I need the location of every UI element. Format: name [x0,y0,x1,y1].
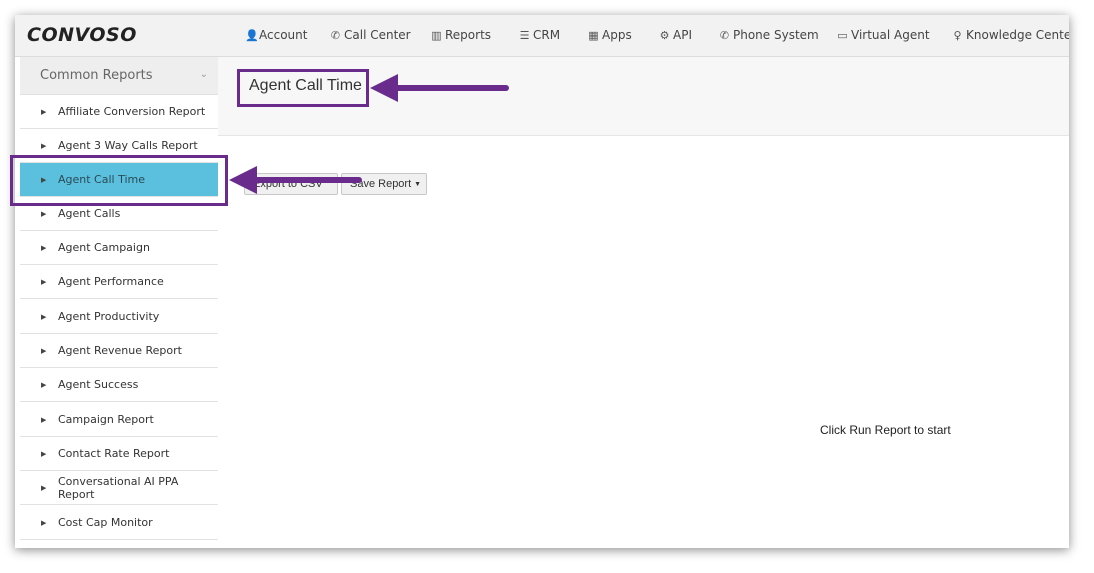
sidebar-item-label: Agent Performance [58,275,164,288]
sidebar-item-label: Agent Campaign [58,241,150,254]
caret-right-icon: ▶ [41,175,47,184]
sidebar-item-agent-productivity[interactable]: ▶ Agent Productivity [20,300,218,334]
sidebar-item-campaign-report[interactable]: ▶ Campaign Report [20,403,218,437]
nav-label: Knowledge Center [966,28,1069,42]
caret-right-icon: ▶ [41,415,47,424]
nav-virtual-agent[interactable]: ▭ Virtual Agent [837,28,930,42]
caret-right-icon: ▶ [41,243,47,252]
page-header-band [218,57,1069,136]
caret-right-icon: ▶ [41,277,47,286]
nav-reports[interactable]: ▥ Reports [431,28,491,42]
monitor-icon: ▭ [837,28,848,42]
sidebar-item-label: Agent Revenue Report [58,344,182,357]
grid-icon: ▦ [588,28,599,42]
sidebar-header-label: Common Reports [40,68,153,83]
nav-crm[interactable]: ☰ CRM [519,28,561,42]
nav-label: Virtual Agent [851,28,930,42]
export-csv-label: Export to CSV [253,178,323,190]
nav-label: CRM [533,28,561,42]
sidebar-item-agent-revenue-report[interactable]: ▶ Agent Revenue Report [20,334,218,368]
nav-phone-system[interactable]: ✆ Phone System [719,28,819,42]
sidebar-item-label: Campaign Report [58,413,154,426]
empty-state-message: Click Run Report to start [820,423,951,437]
sidebar-item-agent-3-way-calls-report[interactable]: ▶ Agent 3 Way Calls Report [20,129,218,163]
lightbulb-icon: ♀ [953,28,962,42]
reports-sidebar: Common Reports ⌄ ▶ Affiliate Conversion … [20,57,218,548]
nav-apps[interactable]: ▦ Apps [588,28,632,42]
sidebar-item-conversational-ai-ppa-report[interactable]: ▶ Conversational AI PPA Report [20,471,218,505]
caret-down-icon: ▼ [414,180,422,188]
export-csv-button[interactable]: Export to CSV [244,173,338,195]
sidebar-item-label: Contact Rate Report [58,447,170,460]
sidebar-item-cost-cap-monitor[interactable]: ▶ Cost Cap Monitor [20,506,218,540]
sidebar-item-label: Conversational AI PPA Report [57,474,179,501]
chevron-down-icon: ⌄ [199,69,208,80]
nav-api[interactable]: ⚙ API [659,28,692,42]
caret-right-icon: ▶ [41,449,47,458]
bar-chart-icon: ▥ [431,28,442,42]
sidebar-item-agent-success[interactable]: ▶ Agent Success [20,368,218,402]
phone-icon: ✆ [719,28,730,42]
sidebar-item-agent-calls[interactable]: ▶ Agent Calls [20,197,218,231]
sidebar-item-label: Agent Calls [58,207,121,220]
save-report-label: Save Report [350,178,412,190]
nav-label: Phone System [733,28,819,42]
sidebar-item-label: Agent Call Time [58,173,146,186]
nav-label: Apps [602,28,632,42]
caret-right-icon: ▶ [41,141,47,150]
caret-right-icon: ▶ [41,209,47,218]
caret-right-icon: ▶ [41,380,47,389]
sidebar-item-affiliate-conversion-report[interactable]: ▶ Affiliate Conversion Report [20,95,218,129]
nav-knowledge-center[interactable]: ♀ Knowledge Center [952,28,1069,42]
sidebar-item-contact-rate-report[interactable]: ▶ Contact Rate Report [20,437,218,471]
user-icon: 👤 [245,28,259,42]
nav-call-center[interactable]: ✆ Call Center [330,28,411,42]
caret-right-icon: ▶ [41,107,47,116]
nav-label: Account [259,28,308,42]
sidebar-item-label: Affiliate Conversion Report [58,105,206,118]
phone-icon: ✆ [330,28,341,42]
convoso-logo[interactable]: CONVOSO [27,24,137,46]
caret-right-icon: ▶ [41,346,47,355]
nav-label: Call Center [344,28,411,42]
caret-right-icon: ▶ [41,518,47,527]
sidebar-item-label: Agent Success [58,378,139,391]
nav-label: API [673,28,692,42]
save-report-button[interactable]: Save Report ▼ [341,173,427,195]
sidebar-item-agent-call-time[interactable]: ▶ Agent Call Time [20,163,218,197]
sidebar-item-agent-campaign[interactable]: ▶ Agent Campaign [20,231,218,265]
page-title: Agent Call Time [249,77,362,94]
gear-icon: ⚙ [659,28,670,42]
nav-account[interactable]: 👤 Account [245,28,307,42]
top-navbar: CONVOSO 👤 Account ✆ Call Center ▥ Report… [15,15,1069,57]
app-window: CONVOSO 👤 Account ✆ Call Center ▥ Report… [15,15,1069,548]
sidebar-item-label: Cost Cap Monitor [58,516,153,529]
sidebar-item-label: Agent 3 Way Calls Report [58,139,198,152]
common-reports-header[interactable]: Common Reports ⌄ [20,57,218,95]
caret-right-icon: ▶ [41,312,47,321]
sidebar-item-label: Agent Productivity [58,310,160,323]
nav-label: Reports [445,28,492,42]
list-icon: ☰ [519,28,530,42]
sidebar-item-agent-performance[interactable]: ▶ Agent Performance [20,265,218,299]
caret-right-icon: ▶ [41,483,47,492]
